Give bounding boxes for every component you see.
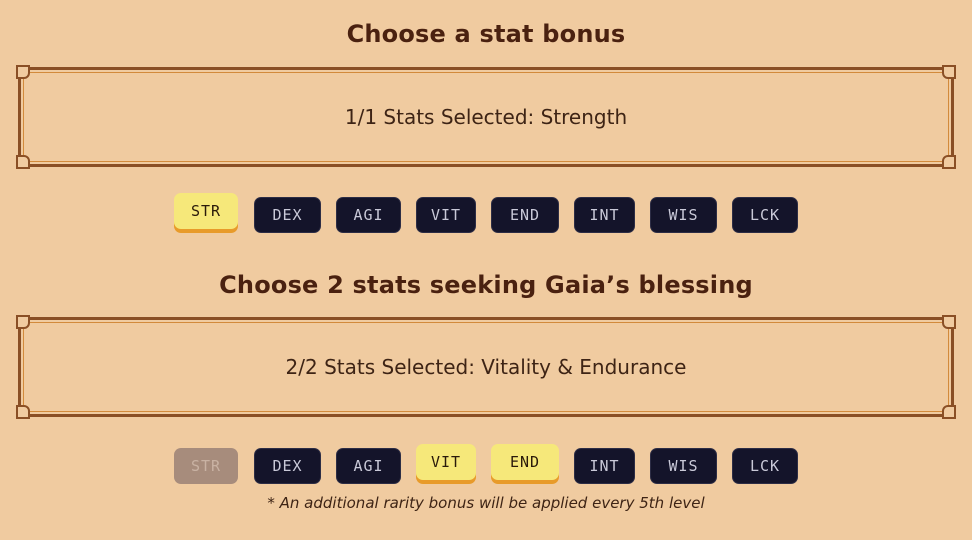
blessing-stat-end-button[interactable]: END: [491, 444, 559, 480]
bonus-stat-int-button[interactable]: INT: [574, 197, 635, 233]
bonus-stat-lck-button[interactable]: LCK: [732, 197, 798, 233]
bonus-stat-row: STR DEX AGI VIT END INT WIS LCK: [0, 193, 972, 241]
frame-corner-ornament: [942, 65, 956, 79]
blessing-status-text: 2/2 Stats Selected: Vitality & Endurance: [285, 355, 687, 379]
bonus-stat-str-button[interactable]: STR: [174, 193, 238, 229]
blessing-status-panel: 2/2 Stats Selected: Vitality & Endurance: [16, 315, 956, 419]
bonus-section-title: Choose a stat bonus: [346, 20, 626, 48]
blessing-stat-vit-button[interactable]: VIT: [416, 444, 476, 480]
bonus-stat-agi-button[interactable]: AGI: [336, 197, 401, 233]
blessing-section-title: Choose 2 stats seeking Gaia’s blessing: [219, 271, 753, 299]
frame-corner-ornament: [16, 155, 30, 169]
frame-corner-ornament: [942, 155, 956, 169]
blessing-stat-int-button[interactable]: INT: [574, 448, 635, 484]
blessing-stat-lck-button[interactable]: LCK: [732, 448, 798, 484]
frame-corner-ornament: [942, 405, 956, 419]
rarity-footnote: * An additional rarity bonus will be app…: [267, 494, 705, 512]
blessing-stat-wis-button[interactable]: WIS: [650, 448, 717, 484]
bonus-stat-dex-button[interactable]: DEX: [254, 197, 321, 233]
frame-corner-ornament: [16, 405, 30, 419]
blessing-stat-dex-button[interactable]: DEX: [254, 448, 321, 484]
bonus-stat-vit-button[interactable]: VIT: [416, 197, 476, 233]
frame-corner-ornament: [942, 315, 956, 329]
bonus-stat-end-button[interactable]: END: [491, 197, 559, 233]
bonus-stat-wis-button[interactable]: WIS: [650, 197, 717, 233]
frame-corner-ornament: [16, 65, 30, 79]
blessing-stat-agi-button[interactable]: AGI: [336, 448, 401, 484]
bonus-status-panel: 1/1 Stats Selected: Strength: [16, 65, 956, 169]
bonus-status-text: 1/1 Stats Selected: Strength: [344, 105, 628, 129]
blessing-stat-str-button[interactable]: STR: [174, 448, 238, 484]
frame-corner-ornament: [16, 315, 30, 329]
blessing-stat-row: STR DEX AGI VIT END INT WIS LCK: [0, 444, 972, 492]
